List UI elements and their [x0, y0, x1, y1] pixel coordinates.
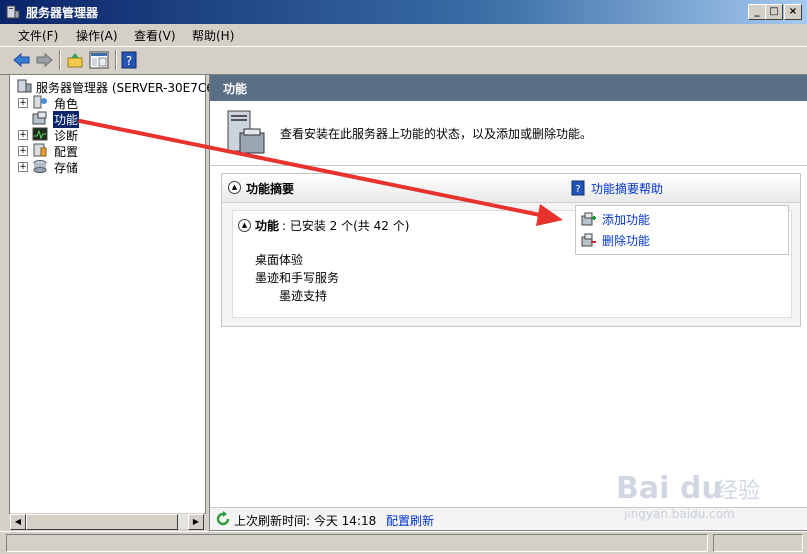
remove-features-link[interactable]: 删除功能	[602, 232, 650, 249]
tree-horizontal-scrollbar[interactable]: ◀ ▶	[10, 513, 204, 530]
console-tree: 服务器管理器 (SERVER-30E7C6E + 角色 功能 + 诊断 + 配置…	[9, 74, 221, 514]
roles-icon	[33, 95, 47, 109]
minimize-button[interactable]: _	[748, 4, 766, 20]
actions-box: 添加功能 删除功能	[575, 205, 789, 255]
expand-icon[interactable]: +	[18, 162, 28, 172]
scroll-left-icon[interactable]: ◀	[10, 514, 26, 530]
installed-feature: 桌面体验	[255, 253, 304, 267]
collapse-icon[interactable]: ▲	[228, 181, 241, 194]
scroll-right-icon[interactable]: ▶	[188, 514, 204, 530]
up-folder-icon[interactable]	[66, 51, 84, 69]
menu-bar	[0, 24, 807, 46]
svg-text:?: ?	[126, 54, 132, 68]
features-icon	[32, 111, 47, 125]
last-refresh-text: 上次刷新时间: 今天 14:18	[234, 514, 377, 528]
toolbar-separator	[115, 50, 117, 70]
forward-icon[interactable]	[35, 52, 53, 68]
details-header: 功能	[210, 75, 807, 101]
window-title: 服务器管理器	[26, 6, 99, 20]
expand-icon[interactable]: +	[18, 146, 28, 156]
tree-root-label: 服务器管理器 (SERVER-30E7C6E	[36, 81, 222, 95]
status-cell-main	[6, 534, 708, 552]
baidu-jingyan-watermark: Bai du 经验 jingyan.baidu.com	[616, 471, 760, 521]
help-icon[interactable]: ?	[571, 180, 585, 196]
server-manager-icon	[17, 79, 32, 93]
refresh-icon[interactable]	[215, 511, 231, 527]
summary-help-link[interactable]: 功能摘要帮助	[591, 180, 663, 197]
configuration-icon	[33, 143, 47, 157]
svg-text:?: ?	[575, 184, 580, 195]
features-large-icon	[227, 110, 265, 154]
show-hide-console-tree-icon[interactable]	[89, 51, 109, 69]
installed-feature: 墨迹和手写服务	[255, 271, 340, 285]
tree-item-label: 存储	[54, 161, 79, 175]
installed-subfeature: 墨迹支持	[279, 289, 328, 303]
add-feature-icon	[581, 212, 596, 226]
features-label: 功能	[255, 219, 280, 233]
description-text: 查看安装在此服务器上功能的状态，以及添加或删除功能。	[280, 127, 593, 141]
toolbar-separator	[59, 50, 61, 70]
status-cell-right	[713, 534, 803, 552]
server-manager-icon	[6, 5, 20, 19]
scroll-thumb[interactable]	[26, 514, 178, 530]
maximize-button[interactable]: □	[765, 4, 783, 20]
features-list-panel: ▲ 功能 : 已安装 2 个(共 42 个) 桌面体验 墨迹和手写服务 墨迹支持…	[232, 205, 792, 318]
collapse-icon[interactable]: ▲	[238, 219, 251, 232]
back-icon[interactable]	[13, 52, 31, 68]
add-features-link[interactable]: 添加功能	[602, 211, 650, 228]
description-banner: 查看安装在此服务器上功能的状态，以及添加或删除功能。	[210, 101, 807, 166]
storage-icon	[33, 160, 47, 173]
tree-item-label: 角色	[54, 97, 79, 111]
features-status: : 已安装 2 个(共 42 个)	[282, 219, 410, 233]
features-summary-section: ▲ 功能摘要 ? 功能摘要帮助 ▲ 功能 : 已安装 2 个(共 42 个) 桌…	[221, 173, 801, 327]
menu-help[interactable]: 帮助(H)	[192, 27, 234, 44]
svg-text:经验: 经验	[716, 479, 760, 504]
section-title: 功能摘要	[246, 182, 295, 196]
title-bar: 服务器管理器 _ □ ×	[0, 0, 807, 24]
tree-item-label: 功能	[53, 111, 80, 128]
tree-item-label: 诊断	[54, 129, 79, 143]
svg-text:jingyan.baidu.com: jingyan.baidu.com	[623, 507, 735, 521]
diagnostics-icon	[32, 127, 48, 141]
help-icon[interactable]: ?	[121, 51, 137, 69]
expand-icon[interactable]: +	[18, 130, 28, 140]
tree-item-label: 配置	[54, 145, 79, 159]
expand-icon[interactable]: +	[18, 98, 28, 108]
menu-file[interactable]: 文件(F)	[18, 27, 58, 44]
menu-action[interactable]: 操作(A)	[76, 27, 118, 44]
configure-refresh-link[interactable]: 配置刷新	[386, 512, 434, 529]
close-button[interactable]: ×	[784, 4, 802, 20]
remove-feature-icon	[581, 233, 596, 247]
menu-view[interactable]: 查看(V)	[134, 27, 176, 44]
details-title: 功能	[223, 82, 248, 96]
svg-text:Bai du: Bai du	[616, 471, 723, 506]
section-header: ▲ 功能摘要 ? 功能摘要帮助	[222, 174, 800, 203]
